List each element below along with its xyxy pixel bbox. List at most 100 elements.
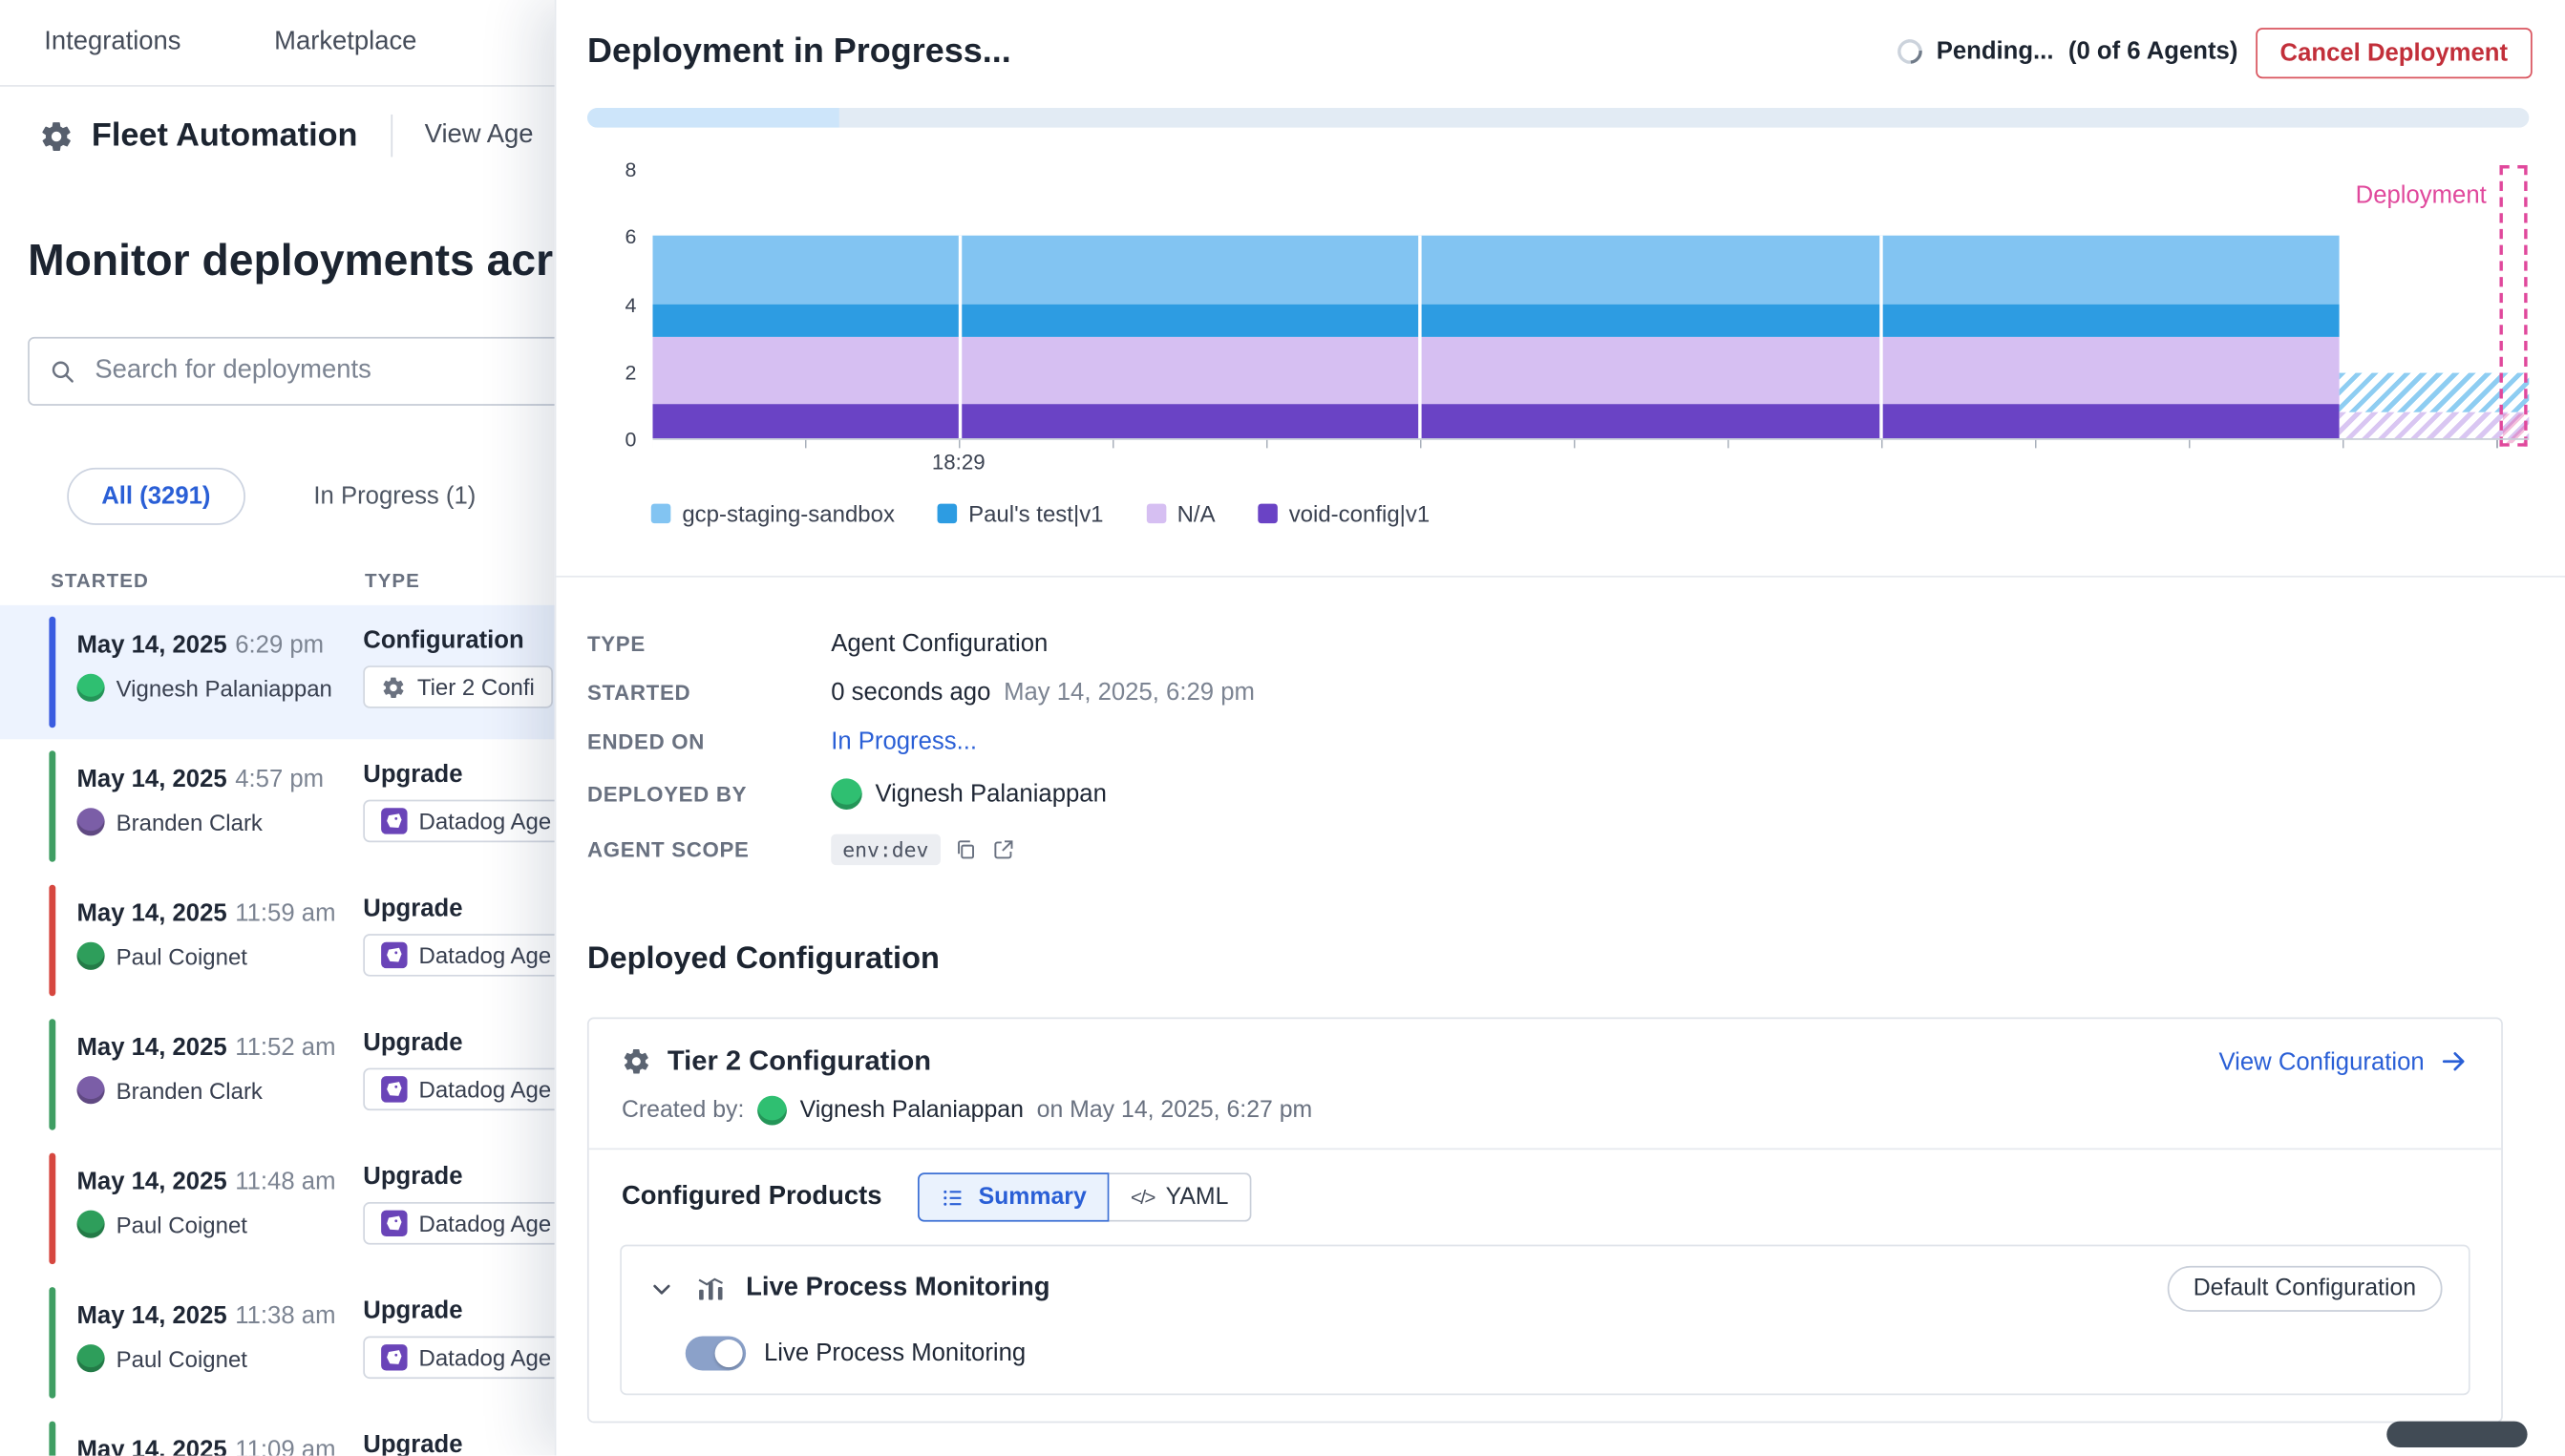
cancel-deployment-button[interactable]: Cancel Deployment	[2256, 28, 2533, 78]
progress-fill	[587, 108, 839, 128]
avatar	[77, 674, 105, 702]
deployment-details: TYPE Agent Configuration STARTED 0 secon…	[587, 619, 2500, 877]
chart-stacked	[652, 168, 2339, 438]
row-date: May 14, 2025	[77, 1168, 227, 1195]
avatar	[77, 1344, 105, 1372]
created-by-label: Created by:	[622, 1097, 744, 1123]
y-tick-label: 0	[625, 429, 636, 452]
created-on-date: on May 14, 2025, 6:27 pm	[1037, 1097, 1313, 1123]
agent-pill[interactable]: Datadog Age	[363, 1202, 569, 1245]
datadog-icon	[381, 808, 407, 834]
legend-item[interactable]: Paul's test|v1	[938, 500, 1104, 526]
detail-label-type: TYPE	[587, 630, 831, 655]
app-title: Fleet Automation	[92, 116, 358, 154]
live-process-toggle[interactable]	[686, 1337, 746, 1371]
chevron-down-icon[interactable]	[647, 1275, 675, 1302]
row-type: Upgrade	[363, 1297, 569, 1324]
row-type: Upgrade	[363, 1431, 462, 1456]
agent-pill[interactable]: Datadog Age	[363, 800, 569, 843]
deployment-status: Pending... (0 of 6 Agents)	[1897, 37, 2238, 65]
y-tick-label: 6	[625, 226, 636, 249]
legend-swatch	[1258, 504, 1278, 524]
code-icon: </>	[1131, 1186, 1155, 1209]
row-type: Upgrade	[363, 895, 569, 922]
gear-icon	[381, 675, 406, 700]
external-link-icon[interactable]	[991, 836, 1016, 861]
row-user: Paul Coignet	[117, 1345, 247, 1371]
chart-band-paul-s-test-v1	[652, 304, 2339, 337]
row-user: Vignesh Palaniappan	[117, 675, 332, 701]
legend-item[interactable]: gcp-staging-sandbox	[651, 500, 895, 526]
app-root: Integrations Marketplace Fleet Automatio…	[0, 0, 2565, 1456]
copy-icon[interactable]	[953, 836, 978, 861]
detail-started-timestamp: May 14, 2025, 6:29 pm	[1004, 678, 1255, 706]
product-name: Live Process Monitoring	[746, 1274, 2148, 1303]
row-status-bar	[49, 1422, 55, 1456]
nav-item-marketplace[interactable]: Marketplace	[274, 28, 416, 57]
legend-item[interactable]: N/A	[1146, 500, 1216, 526]
chart-band-n-a	[652, 337, 2339, 405]
agent-pill[interactable]: Datadog Age	[363, 1337, 569, 1380]
legend-swatch	[938, 504, 958, 524]
avatar	[77, 1076, 105, 1104]
chart-x-tick-label: 18:29	[932, 450, 986, 475]
default-configuration-badge[interactable]: Default Configuration	[2167, 1266, 2442, 1312]
agent-pill[interactable]: Datadog Age	[363, 1068, 569, 1111]
row-status-bar	[49, 617, 55, 728]
row-status-bar	[49, 1287, 55, 1398]
list-icon	[941, 1185, 965, 1210]
view-configuration-link[interactable]: View Configuration	[2218, 1046, 2468, 1076]
avatar	[77, 1211, 105, 1238]
agent-scope-tag[interactable]: env:dev	[831, 834, 940, 865]
chart-band-gcp-staging-sandbox	[652, 236, 2339, 304]
row-date: May 14, 2025	[77, 1302, 227, 1330]
filter-tabs: All (3291) In Progress (1)	[67, 468, 476, 525]
chart-y-axis: 02468	[587, 168, 640, 438]
row-status-bar	[49, 750, 55, 861]
chart-band-void-config-v1	[652, 405, 2339, 438]
legend-swatch	[651, 504, 671, 524]
status-detail: (0 of 6 Agents)	[2068, 37, 2238, 65]
row-time: 11:38 am	[235, 1302, 335, 1330]
y-tick-label: 8	[625, 158, 636, 181]
agent-pill[interactable]: Datadog Age	[363, 934, 569, 977]
detail-value-deployed-by: Vignesh Palaniappan	[875, 779, 1106, 807]
view-agent-link[interactable]: View Age	[425, 121, 534, 151]
agents-chart: 0 2 4 6 8 Deployment 18:29 gcp-staging-sandb…	[587, 154, 2529, 576]
spinner-icon	[1892, 34, 1926, 69]
detail-value-ended[interactable]: In Progress...	[831, 727, 977, 754]
configuration-card: Tier 2 Configuration View Configuration …	[587, 1017, 2503, 1423]
config-pill[interactable]: Tier 2 Confi	[363, 665, 552, 708]
detail-label-deployed-by: DEPLOYED BY	[587, 781, 831, 806]
detail-label-started: STARTED	[587, 680, 831, 705]
deployment-progress-bar	[587, 108, 2529, 128]
row-time: 4:57 pm	[235, 766, 324, 793]
detail-label-agent-scope: AGENT SCOPE	[587, 836, 831, 861]
tab-in-progress[interactable]: In Progress (1)	[313, 482, 476, 510]
deployment-annotation-label: Deployment	[2356, 181, 2487, 209]
tab-summary[interactable]: Summary	[918, 1172, 1110, 1221]
row-time: 6:29 pm	[235, 631, 324, 659]
search-icon	[49, 357, 76, 385]
app-header: Fleet Automation View Age	[39, 101, 533, 170]
row-status-bar	[49, 885, 55, 996]
y-tick-label: 4	[625, 293, 636, 316]
chart-gridline	[1418, 236, 1421, 438]
tab-yaml[interactable]: </> YAML	[1110, 1172, 1252, 1221]
tab-all[interactable]: All (3291)	[67, 468, 244, 525]
status-label: Pending...	[1937, 37, 2054, 65]
avatar	[77, 942, 105, 970]
row-status-bar	[49, 1153, 55, 1264]
divider	[391, 115, 392, 158]
row-type: Upgrade	[363, 1028, 569, 1056]
avatar	[757, 1096, 787, 1126]
scrollbar-thumb[interactable]	[2386, 1422, 2527, 1447]
nav-item-integrations[interactable]: Integrations	[44, 28, 180, 57]
view-mode-segmented-control: Summary </> YAML	[918, 1172, 1251, 1221]
legend-swatch	[1146, 504, 1166, 524]
page-title: Monitor deployments acr	[28, 236, 553, 286]
y-tick-label: 2	[625, 361, 636, 384]
row-type: Upgrade	[363, 1163, 569, 1191]
legend-item[interactable]: void-config|v1	[1258, 500, 1430, 526]
detail-label-ended: ENDED ON	[587, 728, 831, 753]
